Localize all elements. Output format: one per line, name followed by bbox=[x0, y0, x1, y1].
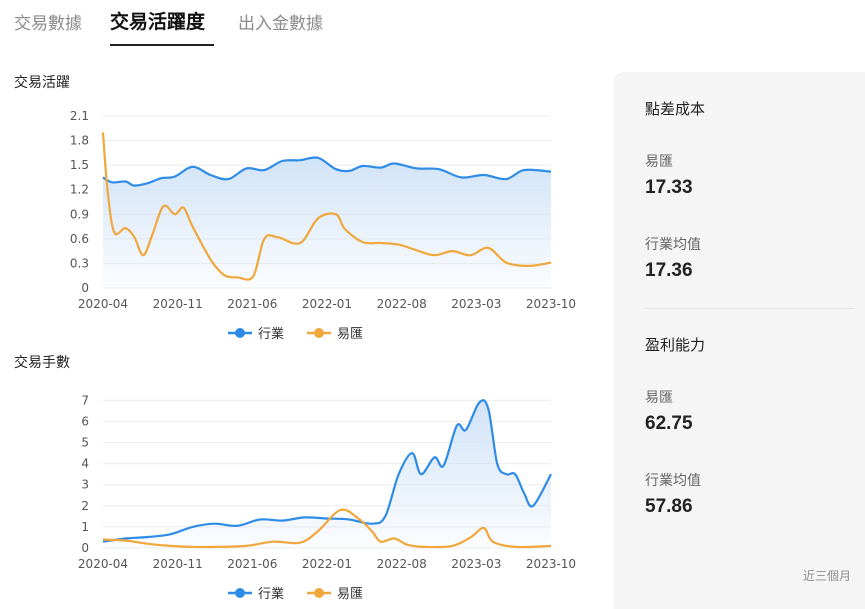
spread-industry-value: 17.36 bbox=[645, 260, 693, 281]
y-tick-label: 0 bbox=[81, 541, 89, 555]
x-tick-label: 2020-11 bbox=[153, 297, 203, 311]
legend-marker bbox=[235, 328, 245, 338]
y-tick-label: 0.3 bbox=[70, 256, 89, 270]
legend-label[interactable]: 行業 bbox=[258, 326, 284, 342]
y-tick-label: 3 bbox=[81, 478, 89, 492]
section-divider bbox=[645, 308, 855, 309]
profitability-title: 盈利能力 bbox=[645, 336, 706, 354]
profit-industry-label: 行業均值 bbox=[645, 473, 701, 489]
chart-title-activity: 交易活躍 bbox=[14, 75, 70, 91]
spread-broker-label: 易匯 bbox=[645, 154, 673, 170]
x-tick-label: 2022-08 bbox=[377, 297, 427, 311]
tab-bar: 交易數據 交易活躍度 出入金數據 bbox=[0, 0, 600, 48]
series-area-industry bbox=[103, 400, 551, 548]
side-panel: 點差成本 易匯 17.33 行業均值 17.36 盈利能力 易匯 62.75 行… bbox=[614, 72, 865, 609]
lots-chart: 0 1 2 3 4 5 6 7 2020-04 2020-11 2021-06 2022-01 2022… bbox=[78, 393, 576, 602]
spread-industry-label: 行業均值 bbox=[645, 237, 701, 253]
x-tick-label: 2023-10 bbox=[526, 557, 576, 571]
y-tick-label: 5 bbox=[81, 436, 89, 450]
tab-deposit-withdrawal-data[interactable]: 出入金數據 bbox=[238, 9, 323, 34]
y-tick-label: 1 bbox=[81, 520, 89, 534]
x-tick-label: 2023-03 bbox=[451, 297, 501, 311]
x-tick-label: 2020-11 bbox=[153, 557, 203, 571]
tab-trading-data[interactable]: 交易數據 bbox=[14, 9, 82, 34]
y-tick-label: 4 bbox=[81, 457, 89, 471]
x-tick-label: 2021-06 bbox=[227, 557, 277, 571]
x-tick-label: 2020-04 bbox=[78, 557, 128, 571]
y-tick-label: 2.1 bbox=[70, 109, 89, 123]
chart-title-lots: 交易手數 bbox=[14, 355, 70, 371]
y-tick-label: 2 bbox=[81, 499, 89, 513]
x-tick-label: 2020-04 bbox=[78, 297, 128, 311]
period-footnote: 近三個月 bbox=[802, 569, 851, 583]
y-tick-label: 1.5 bbox=[70, 158, 89, 172]
x-tick-label: 2022-08 bbox=[377, 557, 427, 571]
x-tick-label: 2023-03 bbox=[451, 557, 501, 571]
tab-trading-activity[interactable]: 交易活躍度 bbox=[110, 7, 205, 34]
legend-label[interactable]: 易匯 bbox=[337, 327, 363, 342]
profit-industry-value: 57.86 bbox=[645, 496, 693, 517]
profit-broker-label: 易匯 bbox=[645, 390, 673, 406]
legend-marker bbox=[314, 588, 324, 598]
legend-label[interactable]: 易匯 bbox=[337, 587, 363, 602]
activity-chart: 0 0.3 0.6 0.9 1.2 1.5 1.8 2.1 2020-04 2020-11 2021… bbox=[70, 109, 576, 342]
x-tick-label: 2022-01 bbox=[302, 557, 352, 571]
profit-broker-value: 62.75 bbox=[645, 413, 693, 434]
legend-label[interactable]: 行業 bbox=[258, 586, 284, 602]
legend-marker bbox=[314, 328, 324, 338]
x-tick-label: 2021-06 bbox=[227, 297, 277, 311]
y-tick-label: 0.9 bbox=[70, 207, 89, 221]
active-tab-indicator bbox=[110, 44, 214, 46]
y-tick-label: 1.8 bbox=[70, 134, 89, 148]
spread-broker-value: 17.33 bbox=[645, 177, 693, 198]
x-tick-label: 2023-10 bbox=[526, 297, 576, 311]
spread-cost-title: 點差成本 bbox=[645, 100, 706, 118]
y-tick-label: 1.2 bbox=[70, 183, 89, 197]
y-tick-label: 7 bbox=[81, 393, 89, 407]
y-tick-label: 0.6 bbox=[70, 232, 89, 246]
y-tick-label: 0 bbox=[81, 281, 89, 295]
y-tick-label: 6 bbox=[81, 414, 89, 428]
x-tick-label: 2022-01 bbox=[302, 297, 352, 311]
legend-marker bbox=[235, 588, 245, 598]
